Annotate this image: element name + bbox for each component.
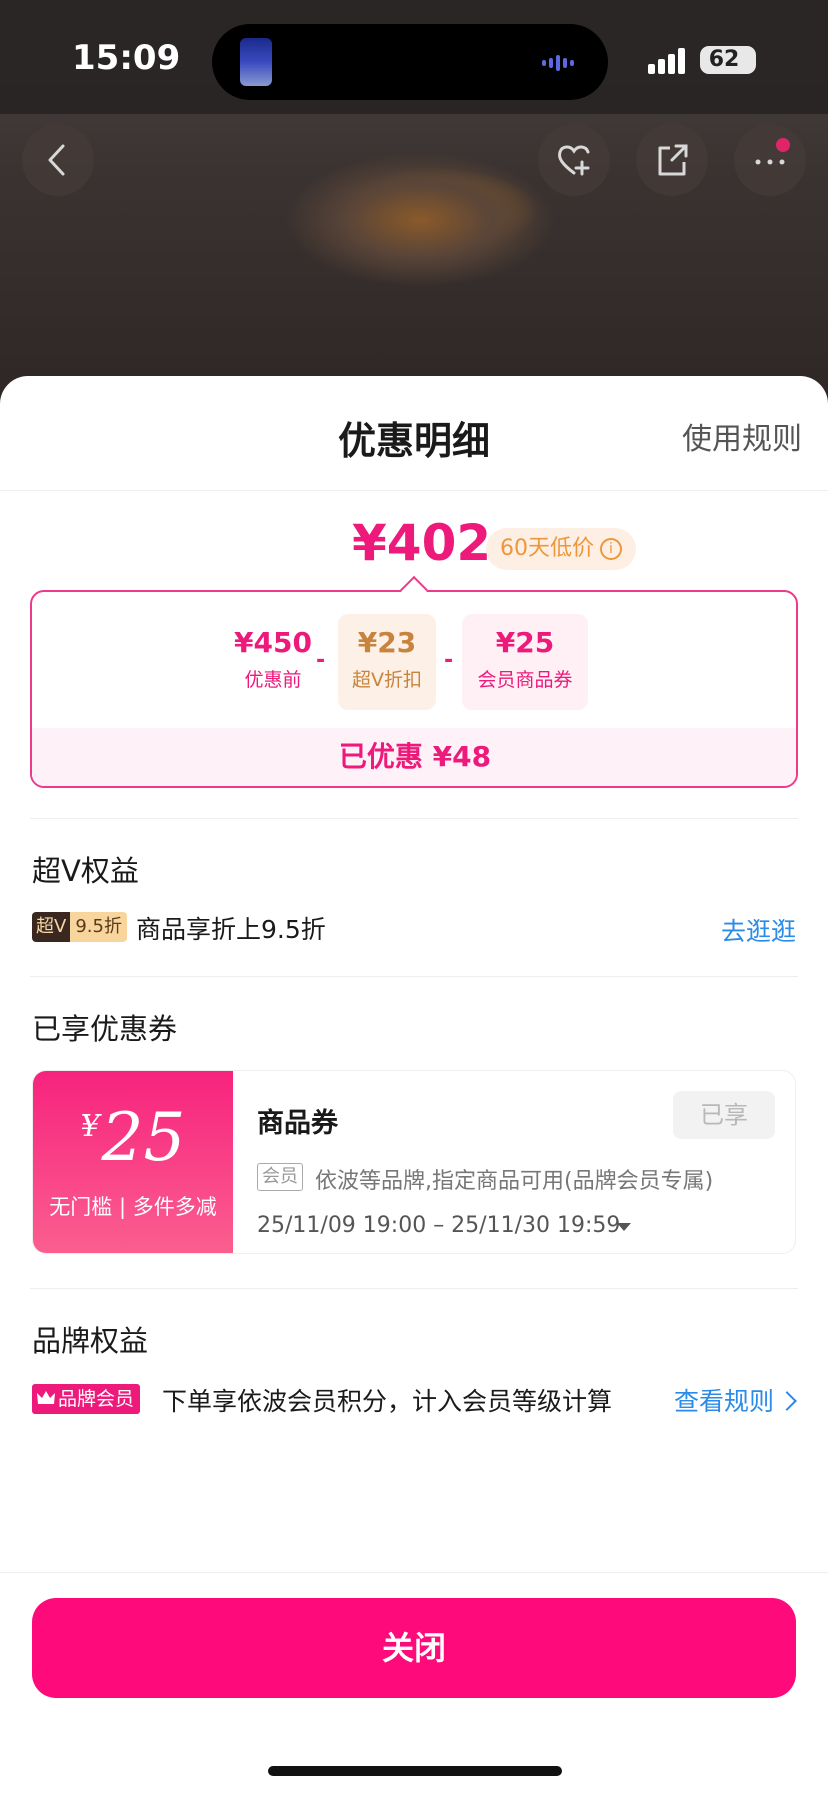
notification-dot (776, 138, 790, 152)
svip-badge: 超V 9.5折 (32, 912, 127, 942)
coupon-amount: ¥25 (33, 1099, 233, 1176)
coupon-section-title: 已享优惠券 (32, 1012, 178, 1046)
total-saved: 已优惠 ¥48 (32, 728, 796, 786)
header-divider (0, 490, 828, 491)
status-time: 15:09 (72, 38, 181, 78)
member-coupon-label: 会员商品券 (477, 669, 573, 691)
view-rules-link[interactable]: 查看规则 (673, 1382, 797, 1418)
minus-sign: - (444, 648, 454, 673)
member-coupon-item: ¥25 会员商品券 (462, 614, 588, 710)
member-coupon-amount: ¥25 (495, 626, 555, 659)
svip-badge-discount: 9.5折 (70, 912, 127, 942)
section-divider (30, 976, 798, 977)
svip-description: 商品享折上9.5折 (136, 915, 326, 944)
info-icon: i (600, 538, 622, 560)
coupon-card[interactable]: ¥25 无门槛 | 多件多减 商品券 已享 会员 依波等品牌,指定商品可用(品牌… (32, 1070, 796, 1254)
coupon-status-button[interactable]: 已享 (673, 1091, 775, 1139)
coupon-perforation (229, 1071, 239, 1253)
coupon-condition: 无门槛 | 多件多减 (49, 1195, 217, 1219)
brand-description: 下单享依波会员积分，计入会员等级计算 (162, 1387, 613, 1416)
coupon-description: 依波等品牌,指定商品可用(品牌会员专属) (315, 1169, 714, 1194)
status-bar: 15:09 62 (0, 0, 828, 114)
view-rules-label: 查看规则 (673, 1387, 774, 1416)
favorite-button[interactable] (538, 124, 610, 196)
section-divider (30, 818, 798, 819)
coupon-yen: ¥ (80, 1109, 100, 1144)
now-playing-thumbnail (240, 38, 272, 86)
coupon-name: 商品券 (257, 1108, 338, 1139)
coupon-validity: 25/11/09 19:00 – 25/11/30 19:59 (257, 1213, 621, 1238)
minus-sign: - (316, 648, 326, 673)
brand-section-title: 品牌权益 (32, 1324, 149, 1358)
share-icon (658, 144, 688, 176)
svip-badge-label: 超V (32, 912, 71, 942)
crown-icon (37, 1390, 55, 1404)
brand-member-label: 品牌会员 (58, 1388, 135, 1410)
member-tag: 会员 (257, 1163, 303, 1191)
close-button[interactable]: 关闭 (32, 1598, 796, 1698)
svip-discount-item: ¥23 超V折扣 (338, 614, 436, 710)
price-calculation-box: ¥450 优惠前 - ¥23 超V折扣 - ¥25 会员商品券 已优惠 ¥48 (30, 590, 798, 788)
section-divider (30, 1288, 798, 1289)
svip-section-title: 超V权益 (32, 854, 139, 888)
more-button[interactable] (734, 124, 806, 196)
footer-divider (0, 1572, 828, 1573)
browse-link[interactable]: 去逛逛 (721, 912, 796, 948)
share-button[interactable] (636, 124, 708, 196)
back-icon (48, 144, 65, 176)
signal-icon (648, 48, 688, 74)
home-indicator (268, 1766, 562, 1776)
chevron-right-icon (777, 1391, 797, 1411)
brand-member-badge: 品牌会员 (32, 1384, 141, 1414)
low-price-label: 60天低价 (500, 536, 594, 561)
usage-rules-link[interactable]: 使用规则 (682, 414, 802, 458)
heart-plus-icon (558, 145, 590, 176)
back-button[interactable] (22, 124, 94, 196)
low-price-badge[interactable]: 60天低价 i (486, 528, 636, 570)
coupon-value-panel: ¥25 无门槛 | 多件多减 (33, 1071, 233, 1253)
battery-cap (750, 55, 754, 65)
dynamic-island (212, 24, 608, 100)
audio-wave-icon (542, 52, 586, 72)
battery-level: 62 (708, 47, 740, 72)
final-price: ¥402 (352, 514, 492, 572)
caret-down-icon[interactable] (617, 1223, 631, 1231)
battery-icon: 62 (700, 46, 756, 74)
svip-discount-label: 超V折扣 (352, 669, 422, 691)
svip-discount-amount: ¥23 (357, 626, 417, 659)
coupon-amount-value: 25 (101, 1099, 186, 1176)
